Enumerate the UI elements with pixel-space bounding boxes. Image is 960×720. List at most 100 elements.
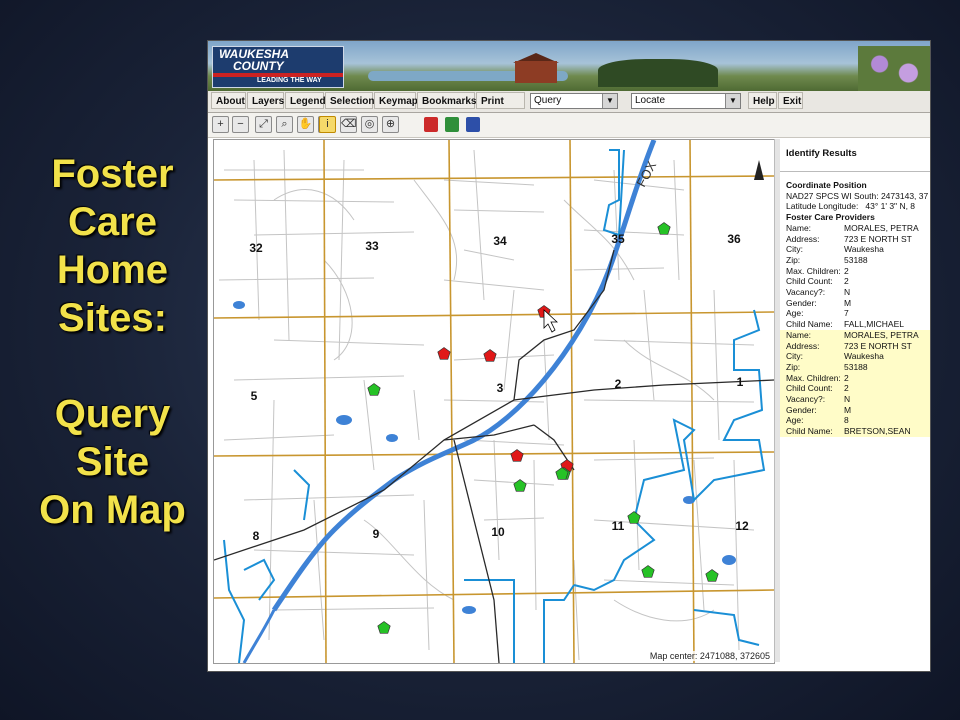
field-label: Gender: [786, 404, 817, 415]
ponds [233, 301, 736, 614]
logo-line2: COUNTY [233, 59, 284, 73]
blue-layer-icon[interactable] [466, 117, 480, 132]
banner-flowers [858, 46, 930, 91]
section-number-label: 9 [373, 527, 380, 541]
field-label: Age: [786, 415, 804, 426]
record-field: Child Count: 2 [780, 383, 930, 394]
query-select[interactable]: Query ▼ [530, 93, 618, 109]
field-label: Zip: [786, 254, 801, 265]
menu-print-map[interactable]: Print Map [476, 92, 525, 124]
menu-keymap[interactable]: Keymap [374, 92, 418, 109]
field-label: Name: [786, 329, 812, 340]
section-number-label: 35 [611, 232, 625, 246]
red-site-marker[interactable] [483, 349, 497, 362]
green-layer-icon[interactable] [445, 117, 459, 132]
record-field: Name: MORALES, PETRA [780, 330, 930, 341]
menu-about[interactable]: About [211, 92, 246, 109]
field-label: Name: [786, 222, 812, 233]
menu-legend[interactable]: Legend [285, 92, 326, 109]
record-field: City: Waukesha [780, 351, 930, 362]
red-site-marker[interactable] [510, 449, 524, 462]
map-svg: 32333435365432189101112 FOX [214, 140, 774, 663]
locate-select[interactable]: Locate ▼ [631, 93, 741, 109]
field-label: Child Count: [786, 383, 833, 394]
green-site-marker[interactable] [657, 222, 671, 235]
zoom-out-icon[interactable]: − [232, 116, 249, 133]
map-canvas[interactable]: 32333435365432189101112 FOX Map center: … [213, 139, 775, 664]
menu-bookmarks[interactable]: Bookmarks [417, 92, 476, 109]
red-site-marker[interactable] [437, 347, 451, 360]
full-extent-icon[interactable]: ⤢ [255, 116, 272, 133]
record-field: Address: 723 E NORTH ST [780, 341, 930, 352]
field-value: Waukesha [844, 244, 884, 255]
coord-line: NAD27 SPCS WI South: 2473143, 37 [786, 190, 929, 201]
green-site-marker[interactable] [513, 479, 527, 492]
latlon-value: 43° 1' 3" N, 8 [865, 201, 916, 212]
field-label: Zip: [786, 361, 801, 372]
record-field: Child Name: FALL,MICHAEL [780, 319, 930, 330]
field-label: Child Name: [786, 426, 833, 437]
field-label: Vacancy?: [786, 394, 826, 405]
section-number-label: 34 [493, 234, 507, 248]
field-value: 8 [844, 415, 849, 426]
field-label: Gender: [786, 297, 817, 308]
section-number-label: 2 [615, 377, 622, 391]
field-value: 53188 [844, 254, 868, 265]
record-field: Max. Children: 2 [780, 266, 930, 277]
record-field: City: Waukesha [780, 244, 930, 255]
slide-title: Foster Care Home Sites: Query Site On Ma… [20, 150, 205, 534]
green-site-marker[interactable] [627, 511, 641, 524]
map-toolbar: + − ⤢ ⌕ ✋ ◉ i ⌫ ◎ ⊕ [208, 113, 930, 138]
foster-care-sites [367, 222, 719, 634]
chevron-down-icon: ▼ [725, 94, 740, 108]
menu-exit[interactable]: Exit [778, 92, 803, 109]
coord-latlon: Latitude Longitude: 43° 1' 3" N, 8 [780, 201, 930, 212]
record-field: Gender: M [780, 298, 930, 309]
chevron-down-icon: ▼ [602, 94, 617, 108]
green-site-marker[interactable] [705, 569, 719, 582]
zoom-window-icon[interactable]: ⌕ [276, 116, 293, 133]
section-number-label: 12 [735, 519, 749, 533]
identify-results-panel: Identify Results Coordinate Position NAD… [780, 139, 930, 671]
section-number-label: 36 [727, 232, 741, 246]
banner-barn [515, 61, 557, 83]
record-field: Child Count: 2 [780, 276, 930, 287]
record-field: Age: 8 [780, 415, 930, 426]
field-value: FALL,MICHAEL [844, 319, 904, 330]
red-layer-icon[interactable] [424, 117, 438, 132]
field-label: Max. Children: [786, 372, 841, 383]
coord-heading: Coordinate Position [786, 180, 867, 190]
logo-tagline: LEADING THE WAY [257, 77, 322, 84]
field-value: MORALES, PETRA [844, 222, 919, 233]
field-value: 2 [844, 383, 849, 394]
zoom-in-icon[interactable]: + [212, 116, 229, 133]
menu-help[interactable]: Help [748, 92, 777, 109]
field-label: Address: [786, 340, 820, 351]
municipal-boundary [223, 149, 766, 663]
title-spacer [20, 342, 205, 390]
record-field: Child Name: BRETSON,SEAN [780, 426, 930, 437]
field-label: Vacancy?: [786, 287, 826, 298]
green-site-marker[interactable] [377, 621, 391, 634]
menu-selection[interactable]: Selection [325, 92, 374, 109]
green-site-marker[interactable] [641, 565, 655, 578]
overview-icon[interactable]: ◎ [361, 116, 378, 133]
query-select-value: Query [534, 95, 562, 106]
field-label: City: [786, 244, 803, 255]
field-value: 2 [844, 265, 849, 276]
record-field: Gender: M [780, 405, 930, 416]
county-banner: WAUKESHA COUNTY LEADING THE WAY [208, 41, 930, 91]
street-network [218, 149, 755, 661]
magnifier-icon[interactable]: ⊕ [382, 116, 399, 133]
field-label: Age: [786, 308, 804, 319]
title-line: On Map [39, 488, 186, 532]
eraser-icon[interactable]: ⌫ [340, 116, 357, 133]
field-value: 723 E NORTH ST [844, 233, 912, 244]
latlon-label: Latitude Longitude: [786, 201, 859, 212]
banner-trees [598, 59, 718, 87]
pan-hand-icon[interactable]: ✋ [297, 116, 314, 133]
menu-layers[interactable]: Layers [247, 92, 284, 109]
field-value: M [844, 404, 852, 415]
identify-icon[interactable]: i [319, 116, 336, 133]
river-label: FOX [633, 158, 659, 189]
